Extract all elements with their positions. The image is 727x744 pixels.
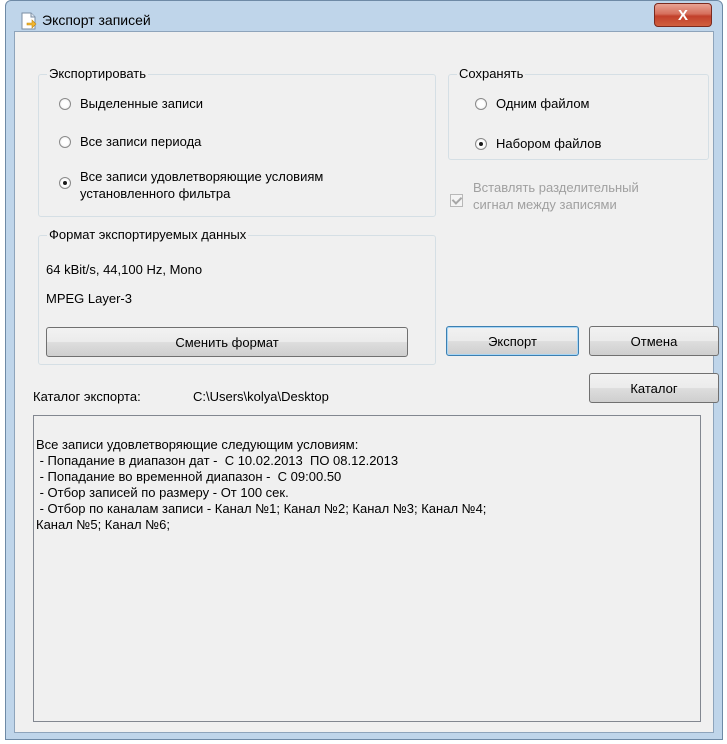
separator-label-line1: Вставлять разделительный (473, 180, 639, 195)
format-audio-params: 64 kBit/s, 44,100 Hz, Mono (46, 262, 203, 277)
document-export-icon (21, 12, 37, 30)
format-group: Формат экспортируемых данных 64 kBit/s, … (38, 227, 436, 365)
radio-label-line2: установленного фильтра (80, 186, 231, 201)
summary-line: Канал №5; Канал №6; (36, 517, 171, 532)
radio-label: Все записи удовлетворяющие условиям уста… (80, 168, 323, 202)
radio-label: Одним файлом (496, 96, 590, 111)
dialog-client-area: Экспортировать Выделенные записи Все зап… (14, 31, 719, 733)
radio-file-set[interactable]: Набором файлов (475, 136, 601, 151)
radio-single-file[interactable]: Одним файлом (475, 96, 590, 111)
window-title: Экспорт записей (42, 12, 151, 28)
radio-label: Все записи периода (80, 134, 202, 149)
summary-line: - Попадание во временной диапазон - С 09… (36, 469, 342, 484)
format-codec: MPEG Layer-3 (46, 291, 132, 306)
catalog-button[interactable]: Каталог (589, 373, 719, 403)
cancel-button[interactable]: Отмена (589, 326, 719, 356)
save-group-legend: Сохранять (457, 66, 526, 81)
catalog-label: Каталог экспорта: (33, 389, 141, 404)
radio-button-icon[interactable] (475, 98, 487, 110)
summary-line: - Попадание в диапазон дат - С 10.02.201… (36, 453, 399, 468)
radio-filter-records[interactable]: Все записи удовлетворяющие условиям уста… (59, 168, 323, 202)
radio-selected-records[interactable]: Выделенные записи (59, 96, 203, 111)
summary-line: - Отбор записей по размеру - От 100 сек. (36, 485, 289, 500)
summary-line: Все записи удовлетворяющие следующим усл… (36, 437, 359, 452)
radio-button-icon[interactable] (59, 177, 71, 189)
summary-text-block: Все записи удовлетворяющие следующим усл… (36, 437, 486, 533)
radio-period-records[interactable]: Все записи периода (59, 134, 201, 149)
separator-checkbox-label: Вставлять разделительный сигнал между за… (473, 179, 639, 213)
radio-button-icon[interactable] (59, 136, 71, 148)
export-dialog-window: Экспорт записей X Экспортировать Выделен… (5, 0, 723, 740)
summary-line: - Отбор по каналам записи - Канал №1; Ка… (36, 501, 487, 516)
catalog-path: C:\Users\kolya\Desktop (193, 389, 329, 404)
separator-checkbox[interactable] (450, 194, 463, 207)
close-icon: X (677, 6, 688, 24)
change-format-button[interactable]: Сменить формат (46, 327, 408, 357)
filter-summary-textbox[interactable]: Все записи удовлетворяющие следующим усл… (33, 415, 701, 722)
export-options-group: Экспортировать Выделенные записи Все зап… (38, 66, 436, 217)
radio-button-icon[interactable] (59, 98, 71, 110)
save-options-group: Сохранять Одним файлом Набором файлов (448, 66, 709, 160)
close-button[interactable]: X (654, 3, 712, 27)
export-button[interactable]: Экспорт (446, 326, 579, 356)
radio-label-line1: Все записи удовлетворяющие условиям (80, 169, 324, 184)
export-group-legend: Экспортировать (47, 66, 148, 81)
radio-label: Набором файлов (496, 136, 602, 151)
radio-button-icon[interactable] (475, 138, 487, 150)
separator-label-line2: сигнал между записями (473, 197, 617, 212)
format-group-legend: Формат экспортируемых данных (47, 227, 249, 242)
radio-label: Выделенные записи (80, 96, 204, 111)
